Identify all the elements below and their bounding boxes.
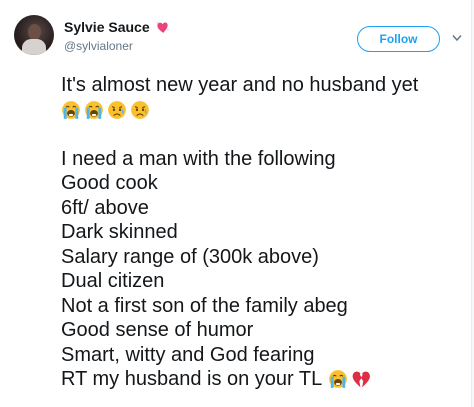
sparkling-heart-icon (154, 20, 171, 35)
tweet-line-text: RT my husband is on your TL (61, 368, 323, 390)
author-display-name[interactable]: Sylvie Sauce (64, 19, 150, 35)
broken-heart-icon (351, 369, 371, 389)
author-name-row[interactable]: Sylvie Sauce (64, 19, 171, 35)
avatar-face (28, 24, 41, 40)
tweet-line-text: Good sense of humor (61, 319, 254, 341)
tweet-card: Sylvie Sauce @sylvialoner Follow It's al… (0, 0, 472, 407)
avatar[interactable] (14, 15, 54, 55)
disappointed-relieved-face-icon (130, 100, 150, 120)
tweet-line-text: It's almost new year and no husband yet (61, 74, 419, 96)
tweet-line-text: Dual citizen (61, 270, 165, 292)
tweet-line: Smart, witty and God fearing (61, 343, 469, 368)
tweet-line: RT my husband is on your TL (61, 367, 469, 392)
tweet-line-text: Not a first son of the family abeg (61, 294, 348, 317)
follow-button[interactable]: Follow (357, 26, 440, 52)
tweet-emoji-row (61, 98, 469, 123)
tweet-line: Not a first son of the family abeg (61, 294, 469, 319)
avatar-body (22, 39, 46, 55)
tweet-line-text: Salary range of (300k above) (61, 245, 319, 268)
loudly-crying-face-icon (61, 100, 81, 120)
tweet-line-text: Good cook (61, 172, 158, 194)
loudly-crying-face-icon (84, 100, 104, 120)
tweet-line: Salary range of (300k above) (61, 245, 469, 270)
disappointed-relieved-face-icon (107, 100, 127, 120)
tweet-line: Dual citizen (61, 269, 469, 294)
author-handle[interactable]: @sylvialoner (64, 39, 133, 53)
tweet-line: 6ft/ above (61, 196, 469, 221)
chevron-down-icon[interactable] (452, 34, 462, 42)
tweet-line: I need a man with the following (61, 147, 469, 172)
tweet-line: Good cook (61, 171, 469, 196)
tweet-line: Good sense of humor (61, 318, 469, 343)
loudly-crying-face-icon (328, 369, 348, 389)
tweet-line: Dark skinned (61, 220, 469, 245)
tweet-line-text: 6ft/ above (61, 196, 149, 219)
tweet-line: It's almost new year and no husband yet (61, 73, 469, 98)
tweet-line-text: Smart, witty and God fearing (61, 343, 315, 366)
tweet-line-text: I need a man with the following (61, 147, 336, 170)
tweet-text: It's almost new year and no husband yet … (61, 73, 469, 392)
tweet-line-text: Dark skinned (61, 221, 178, 243)
